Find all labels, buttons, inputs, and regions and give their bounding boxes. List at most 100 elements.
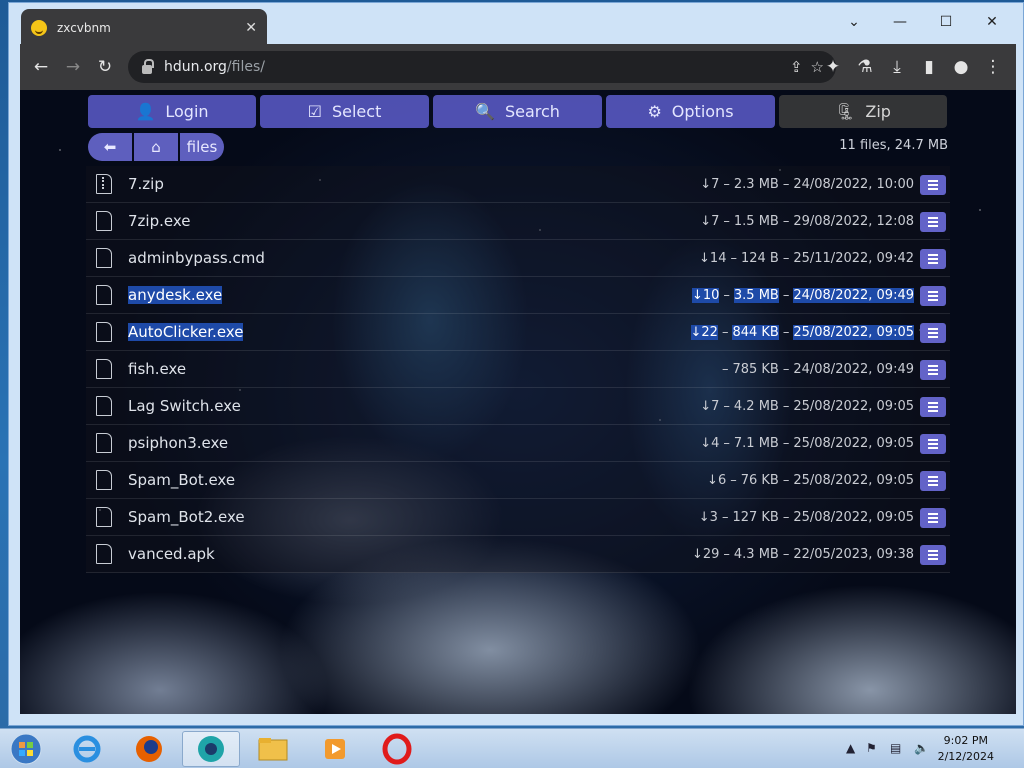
file-name[interactable]: 7zip.exe (128, 212, 190, 230)
breadcrumb-home[interactable]: ⌂ (134, 133, 178, 161)
meta-separator: – (723, 398, 730, 414)
tab-close-icon[interactable]: ✕ (245, 20, 257, 36)
action-center-flag-icon[interactable]: ⚑ (866, 741, 877, 755)
taskbar-opera[interactable] (368, 731, 426, 767)
taskbar-chrome-active[interactable] (182, 731, 240, 767)
file-name[interactable]: psiphon3.exe (128, 434, 228, 452)
side-panel-icon[interactable]: ▮ (914, 52, 944, 82)
taskbar-internet-explorer[interactable] (58, 731, 116, 767)
file-date: 25/08/2022, 09:05 (793, 435, 914, 451)
file-downloads: ↓7 (700, 176, 720, 192)
meta-separator: – (782, 398, 790, 414)
kebab-menu-icon[interactable]: ⋮ (978, 52, 1008, 82)
file-date: 24/08/2022, 10:00 (793, 176, 914, 192)
file-date: 25/08/2022, 09:05 (793, 324, 914, 340)
breadcrumb-back[interactable]: ⬅ (88, 133, 132, 161)
file-name[interactable]: AutoClicker.exe (128, 323, 244, 341)
close-window-button[interactable]: ✕ (969, 9, 1015, 35)
address-bar[interactable]: hdun.org /files/ ⇪ ☆ (128, 51, 836, 83)
file-meta: ↓6–76 KB –25/08/2022, 09:05 (707, 473, 914, 488)
meta-separator: – (782, 472, 790, 488)
file-size: 127 KB (732, 509, 779, 525)
file-name[interactable]: adminbypass.cmd (128, 249, 265, 267)
meta-separator: – (782, 546, 790, 562)
taskbar-firefox[interactable] (120, 731, 178, 767)
file-row[interactable]: 7zip.exe ↓7–1.5 MB –29/08/2022, 12:08 (86, 203, 950, 240)
file-row[interactable]: vanced.apk ↓29–4.3 MB –22/05/2023, 09:38 (86, 536, 950, 573)
tray-expand-icon[interactable]: ▲ (846, 741, 855, 755)
file-icon (96, 470, 112, 490)
system-clock[interactable]: 9:02 PM 2/12/2024 (938, 733, 994, 765)
login-label: Login (165, 102, 209, 121)
breadcrumb-files[interactable]: files (180, 133, 224, 161)
file-name[interactable]: Lag Switch.exe (128, 397, 241, 415)
file-row[interactable]: Spam_Bot2.exe ↓3–127 KB –25/08/2022, 09:05 (86, 499, 950, 536)
file-menu-button[interactable] (920, 212, 946, 232)
internet-explorer-icon (73, 735, 101, 763)
flask-extension-icon[interactable]: ⚗ (850, 52, 880, 82)
folder-icon (258, 738, 288, 761)
file-meta: ↓7–1.5 MB –29/08/2022, 12:08 (700, 214, 914, 229)
file-size: 7.1 MB (733, 435, 779, 451)
file-row[interactable]: Lag Switch.exe ↓7–4.2 MB –25/08/2022, 09:0… (86, 388, 950, 425)
file-name[interactable]: vanced.apk (128, 545, 215, 563)
file-downloads: ↓6 (707, 472, 727, 488)
reload-icon[interactable]: ↻ (90, 52, 120, 82)
file-row[interactable]: 7.zip ↓7–2.3 MB –24/08/2022, 10:00 (86, 166, 950, 203)
taskbar-media-player[interactable] (306, 731, 364, 767)
file-name[interactable]: anydesk.exe (128, 286, 223, 304)
file-downloads: ↓7 (700, 213, 720, 229)
taskbar-file-explorer[interactable] (244, 731, 302, 767)
back-arrow-icon[interactable]: ← (26, 52, 56, 82)
select-button[interactable]: ☑ Select (260, 95, 429, 128)
file-menu-button[interactable] (920, 175, 946, 195)
file-menu-button[interactable] (920, 545, 946, 565)
file-row[interactable]: psiphon3.exe ↓4–7.1 MB –25/08/2022, 09:05 (86, 425, 950, 462)
file-menu-button[interactable] (920, 397, 946, 417)
extensions-puzzle-icon[interactable]: ✦ (818, 52, 848, 82)
options-button[interactable]: ⚙ Options (606, 95, 775, 128)
file-name[interactable]: fish.exe (128, 360, 186, 378)
browser-tab[interactable]: zxcvbnm ✕ (21, 9, 267, 47)
volume-muted-icon[interactable]: 🔈 (914, 741, 929, 755)
file-menu-button[interactable] (920, 471, 946, 491)
meta-separator: – (723, 176, 730, 192)
network-icon[interactable]: ▤ (890, 741, 901, 755)
forward-arrow-icon[interactable]: → (58, 52, 88, 82)
file-menu-button[interactable] (920, 286, 946, 306)
file-name[interactable]: Spam_Bot.exe (128, 471, 235, 489)
file-size: 2.3 MB (733, 176, 779, 192)
maximize-button[interactable]: ☐ (923, 9, 969, 35)
login-button[interactable]: 👤 Login (88, 95, 256, 128)
meta-separator: – (782, 435, 790, 451)
file-downloads: ↓29 (691, 546, 720, 562)
search-button[interactable]: 🔍 Search (433, 95, 602, 128)
tab-search-chevron-icon[interactable]: ⌄ (831, 9, 877, 35)
file-date: 25/08/2022, 09:05 (793, 509, 914, 525)
options-label: Options (671, 102, 734, 121)
file-row[interactable]: AutoClicker.exe ↓22–844 KB –25/08/2022, 09… (86, 314, 950, 351)
firefox-icon (136, 736, 162, 762)
share-icon[interactable]: ⇪ (790, 58, 803, 76)
file-menu-button[interactable] (920, 508, 946, 528)
file-date: 25/08/2022, 09:05 (793, 472, 914, 488)
minimize-button[interactable]: — (877, 9, 923, 35)
profile-avatar-icon[interactable]: ● (946, 52, 976, 82)
download-icon[interactable]: ⤓ (882, 52, 912, 82)
file-menu-button[interactable] (920, 434, 946, 454)
file-name[interactable]: Spam_Bot2.exe (128, 508, 245, 526)
file-row[interactable]: anydesk.exe ↓10–3.5 MB –24/08/2022, 09:49 (86, 277, 950, 314)
lock-icon (142, 58, 154, 74)
file-menu-button[interactable] (920, 249, 946, 269)
file-row[interactable]: adminbypass.cmd ↓14–124 B –25/11/2022, 09:… (86, 240, 950, 277)
file-row[interactable]: fish.exe –785 KB –24/08/2022, 09:49 (86, 351, 950, 388)
file-menu-button[interactable] (920, 360, 946, 380)
file-row[interactable]: Spam_Bot.exe ↓6–76 KB –25/08/2022, 09:05 (86, 462, 950, 499)
url-path: /files/ (226, 59, 265, 75)
start-button[interactable] (0, 731, 52, 767)
zip-button[interactable]: 🗜 Zip (779, 95, 947, 128)
tab-title: zxcvbnm (57, 21, 111, 35)
file-name[interactable]: 7.zip (128, 175, 164, 193)
home-icon: ⌂ (151, 138, 161, 156)
file-menu-button[interactable] (920, 323, 946, 343)
